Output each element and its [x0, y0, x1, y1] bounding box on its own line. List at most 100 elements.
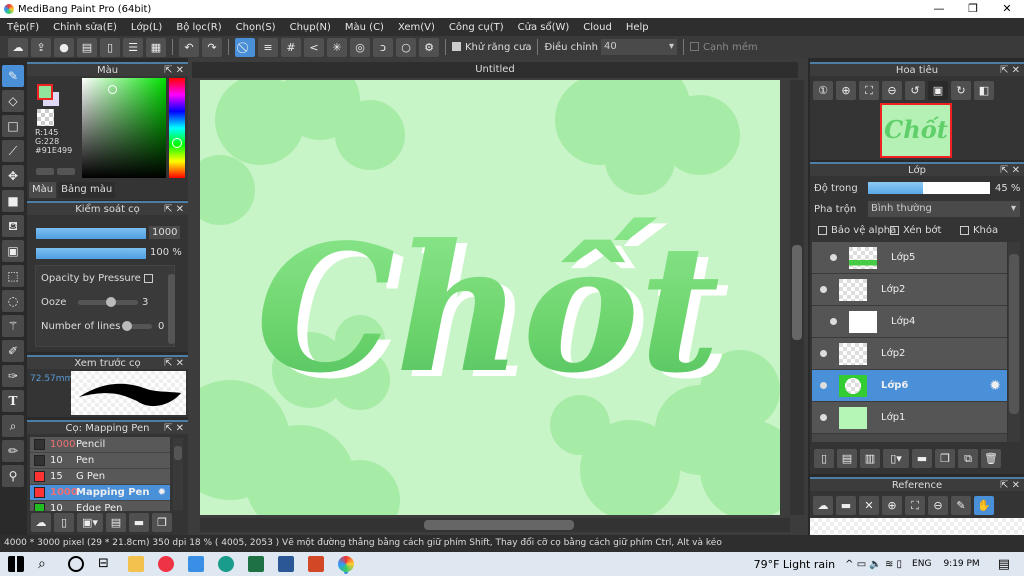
curve-snap-icon[interactable]: ↄ — [373, 37, 393, 57]
flip-icon[interactable]: ▣ — [928, 81, 948, 100]
zoom-in-icon[interactable]: ⊕ — [836, 81, 856, 100]
menu-item[interactable]: Cửa sổ(W) — [511, 22, 577, 33]
layer-item[interactable]: Lớp2 — [812, 338, 1007, 370]
weather-widget[interactable]: 79°F Light rain — [754, 558, 836, 571]
brush-tool-icon[interactable]: ✎ — [2, 65, 24, 87]
powerpoint-icon[interactable] — [308, 556, 324, 572]
bucket-tool-icon[interactable]: ⛾ — [2, 215, 24, 237]
add-layer-menu-icon[interactable]: ▯▾ — [883, 449, 909, 468]
list-icon[interactable]: ☰ — [123, 37, 143, 57]
close-panel-icon[interactable]: ⇱ ✕ — [164, 357, 184, 371]
file-explorer-icon[interactable] — [128, 556, 144, 572]
menu-item[interactable]: Màu (C) — [338, 22, 391, 33]
close-reference-icon[interactable]: ✕ — [859, 496, 879, 515]
snap-settings-icon[interactable]: ⚙ — [419, 37, 439, 57]
eyedropper-icon[interactable]: ⚲ — [2, 465, 24, 487]
select-eraser-icon[interactable]: ✑ — [2, 365, 24, 387]
ooze-slider[interactable] — [78, 297, 138, 307]
ref-eyedropper-icon[interactable]: ✎ — [951, 496, 971, 515]
add-brush-menu-icon[interactable]: ▣▾ — [77, 513, 103, 532]
menu-item[interactable]: Công cụ(T) — [442, 22, 511, 33]
document-icon[interactable]: ▯ — [100, 37, 120, 57]
menu-item[interactable]: Help — [619, 22, 656, 33]
close-panel-icon[interactable]: ⇱ ✕ — [1000, 164, 1020, 178]
protect-alpha-checkbox[interactable]: Bảo vệ alpha — [818, 225, 896, 236]
snap-off-icon[interactable]: ⃠ — [235, 37, 255, 57]
layer-list-scrollbar[interactable] — [1008, 242, 1020, 442]
visibility-eye-icon[interactable] — [820, 286, 827, 293]
document-tab[interactable]: Untitled — [192, 62, 798, 78]
visibility-eye-icon[interactable] — [830, 318, 837, 325]
edge-icon[interactable] — [218, 556, 234, 572]
close-panel-icon[interactable]: ⇱ ✕ — [1000, 64, 1020, 78]
close-panel-icon[interactable]: ⇱ ✕ — [164, 64, 184, 78]
operation-tool-icon[interactable]: ⌕ — [2, 415, 24, 437]
cloud-icon[interactable]: ☁ — [8, 37, 28, 57]
visibility-eye-icon[interactable] — [830, 254, 837, 261]
menu-item[interactable]: Cloud — [576, 22, 619, 33]
drawing-canvas[interactable]: Chốt Chốt — [200, 80, 780, 515]
excel-icon[interactable] — [248, 556, 264, 572]
close-button[interactable]: ✕ — [990, 0, 1024, 18]
horizontal-scrollbar[interactable] — [200, 518, 790, 532]
antialias-checkbox[interactable]: Khử răng cưa — [452, 42, 531, 53]
minimize-button[interactable]: — — [922, 0, 956, 18]
close-panel-icon[interactable]: ⇱ ✕ — [164, 422, 184, 436]
brush-size-value[interactable]: 1000 — [149, 226, 181, 239]
medibang-taskbar-icon[interactable] — [338, 556, 354, 572]
cross-snap-icon[interactable]: # — [281, 37, 301, 57]
lines-slider[interactable] — [122, 321, 152, 331]
layer-item[interactable]: Lớp2 — [812, 274, 1007, 306]
cortana-icon[interactable] — [68, 556, 84, 572]
select-pen-icon[interactable]: ✐ — [2, 340, 24, 362]
layer-item[interactable]: Lớp1 — [812, 402, 1007, 434]
brush-size-slider[interactable] — [36, 228, 146, 239]
lasso-icon[interactable]: ◌ — [2, 290, 24, 312]
layer-item[interactable]: Lớp6 ✹ — [812, 370, 1007, 402]
ref-zoom-in-icon[interactable]: ⊕ — [882, 496, 902, 515]
brush-item[interactable]: 10 Pen — [30, 453, 170, 469]
lock-checkbox[interactable]: Khóa — [960, 225, 998, 236]
merge-layer-icon[interactable]: ⧉ — [958, 449, 978, 468]
eraser-tool-icon[interactable]: ◇ — [2, 90, 24, 112]
delete-layer-icon[interactable]: 🗑 — [981, 449, 1001, 468]
hand-tool-icon[interactable]: ✋ — [974, 496, 994, 515]
ellipse-snap-icon[interactable]: ○ — [396, 37, 416, 57]
opacity-pressure-checkbox[interactable] — [143, 273, 153, 283]
layer-opacity-slider[interactable] — [868, 182, 990, 194]
brush-item[interactable]: 15 G Pen — [30, 469, 170, 485]
menu-item[interactable]: Bộ lọc(R) — [169, 22, 228, 33]
menu-item[interactable]: Xem(V) — [391, 22, 442, 33]
new-1bit-layer-icon[interactable]: ▥ — [860, 449, 880, 468]
clock[interactable]: 9:19 PM — [943, 559, 979, 569]
word-icon[interactable] — [278, 556, 294, 572]
soft-edge-checkbox[interactable]: Cạnh mềm — [689, 42, 758, 53]
rotate-left-icon[interactable]: ↺ — [905, 81, 925, 100]
upload-icon[interactable]: ⇪ — [31, 37, 51, 57]
tray-icons[interactable]: ^ ▭ 🔈 ≋ ▯ — [845, 559, 902, 570]
open-reference-icon[interactable]: ▬ — [836, 496, 856, 515]
vanishing-point-icon[interactable]: < — [304, 37, 324, 57]
message-icon[interactable]: ▤ — [77, 37, 97, 57]
new-brush-icon[interactable]: ▯ — [54, 513, 74, 532]
visibility-eye-icon[interactable] — [820, 382, 827, 389]
brush-opacity-slider[interactable] — [36, 248, 146, 259]
move-tool-icon[interactable]: ✥ — [2, 165, 24, 187]
menu-item[interactable]: Chụp(N) — [283, 22, 338, 33]
close-panel-icon[interactable]: ⇱ ✕ — [1000, 479, 1020, 493]
blur-tool-icon[interactable]: ✏ — [2, 440, 24, 462]
blend-mode-select[interactable]: Bình thường ▾ — [868, 201, 1020, 217]
transparent-color-swatch[interactable] — [37, 109, 54, 126]
brush-item[interactable]: 1000 Mapping Pen ✹ — [30, 485, 170, 501]
language-indicator[interactable]: ENG — [912, 559, 931, 569]
duplicate-layer-icon[interactable]: ❐ — [935, 449, 955, 468]
ref-fit-icon[interactable]: ⛶ — [905, 496, 925, 515]
tab-color[interactable]: Màu — [29, 182, 57, 198]
picker-cursor[interactable] — [108, 85, 117, 94]
navigator-preview[interactable]: Chốt — [880, 103, 952, 158]
windows-start-icon[interactable] — [8, 556, 24, 572]
undo-icon[interactable]: ↶ — [179, 37, 199, 57]
visibility-eye-icon[interactable] — [820, 414, 827, 421]
new-folder-icon[interactable]: ▬ — [912, 449, 932, 468]
brush-item[interactable]: 1000 Pencil — [30, 437, 170, 453]
